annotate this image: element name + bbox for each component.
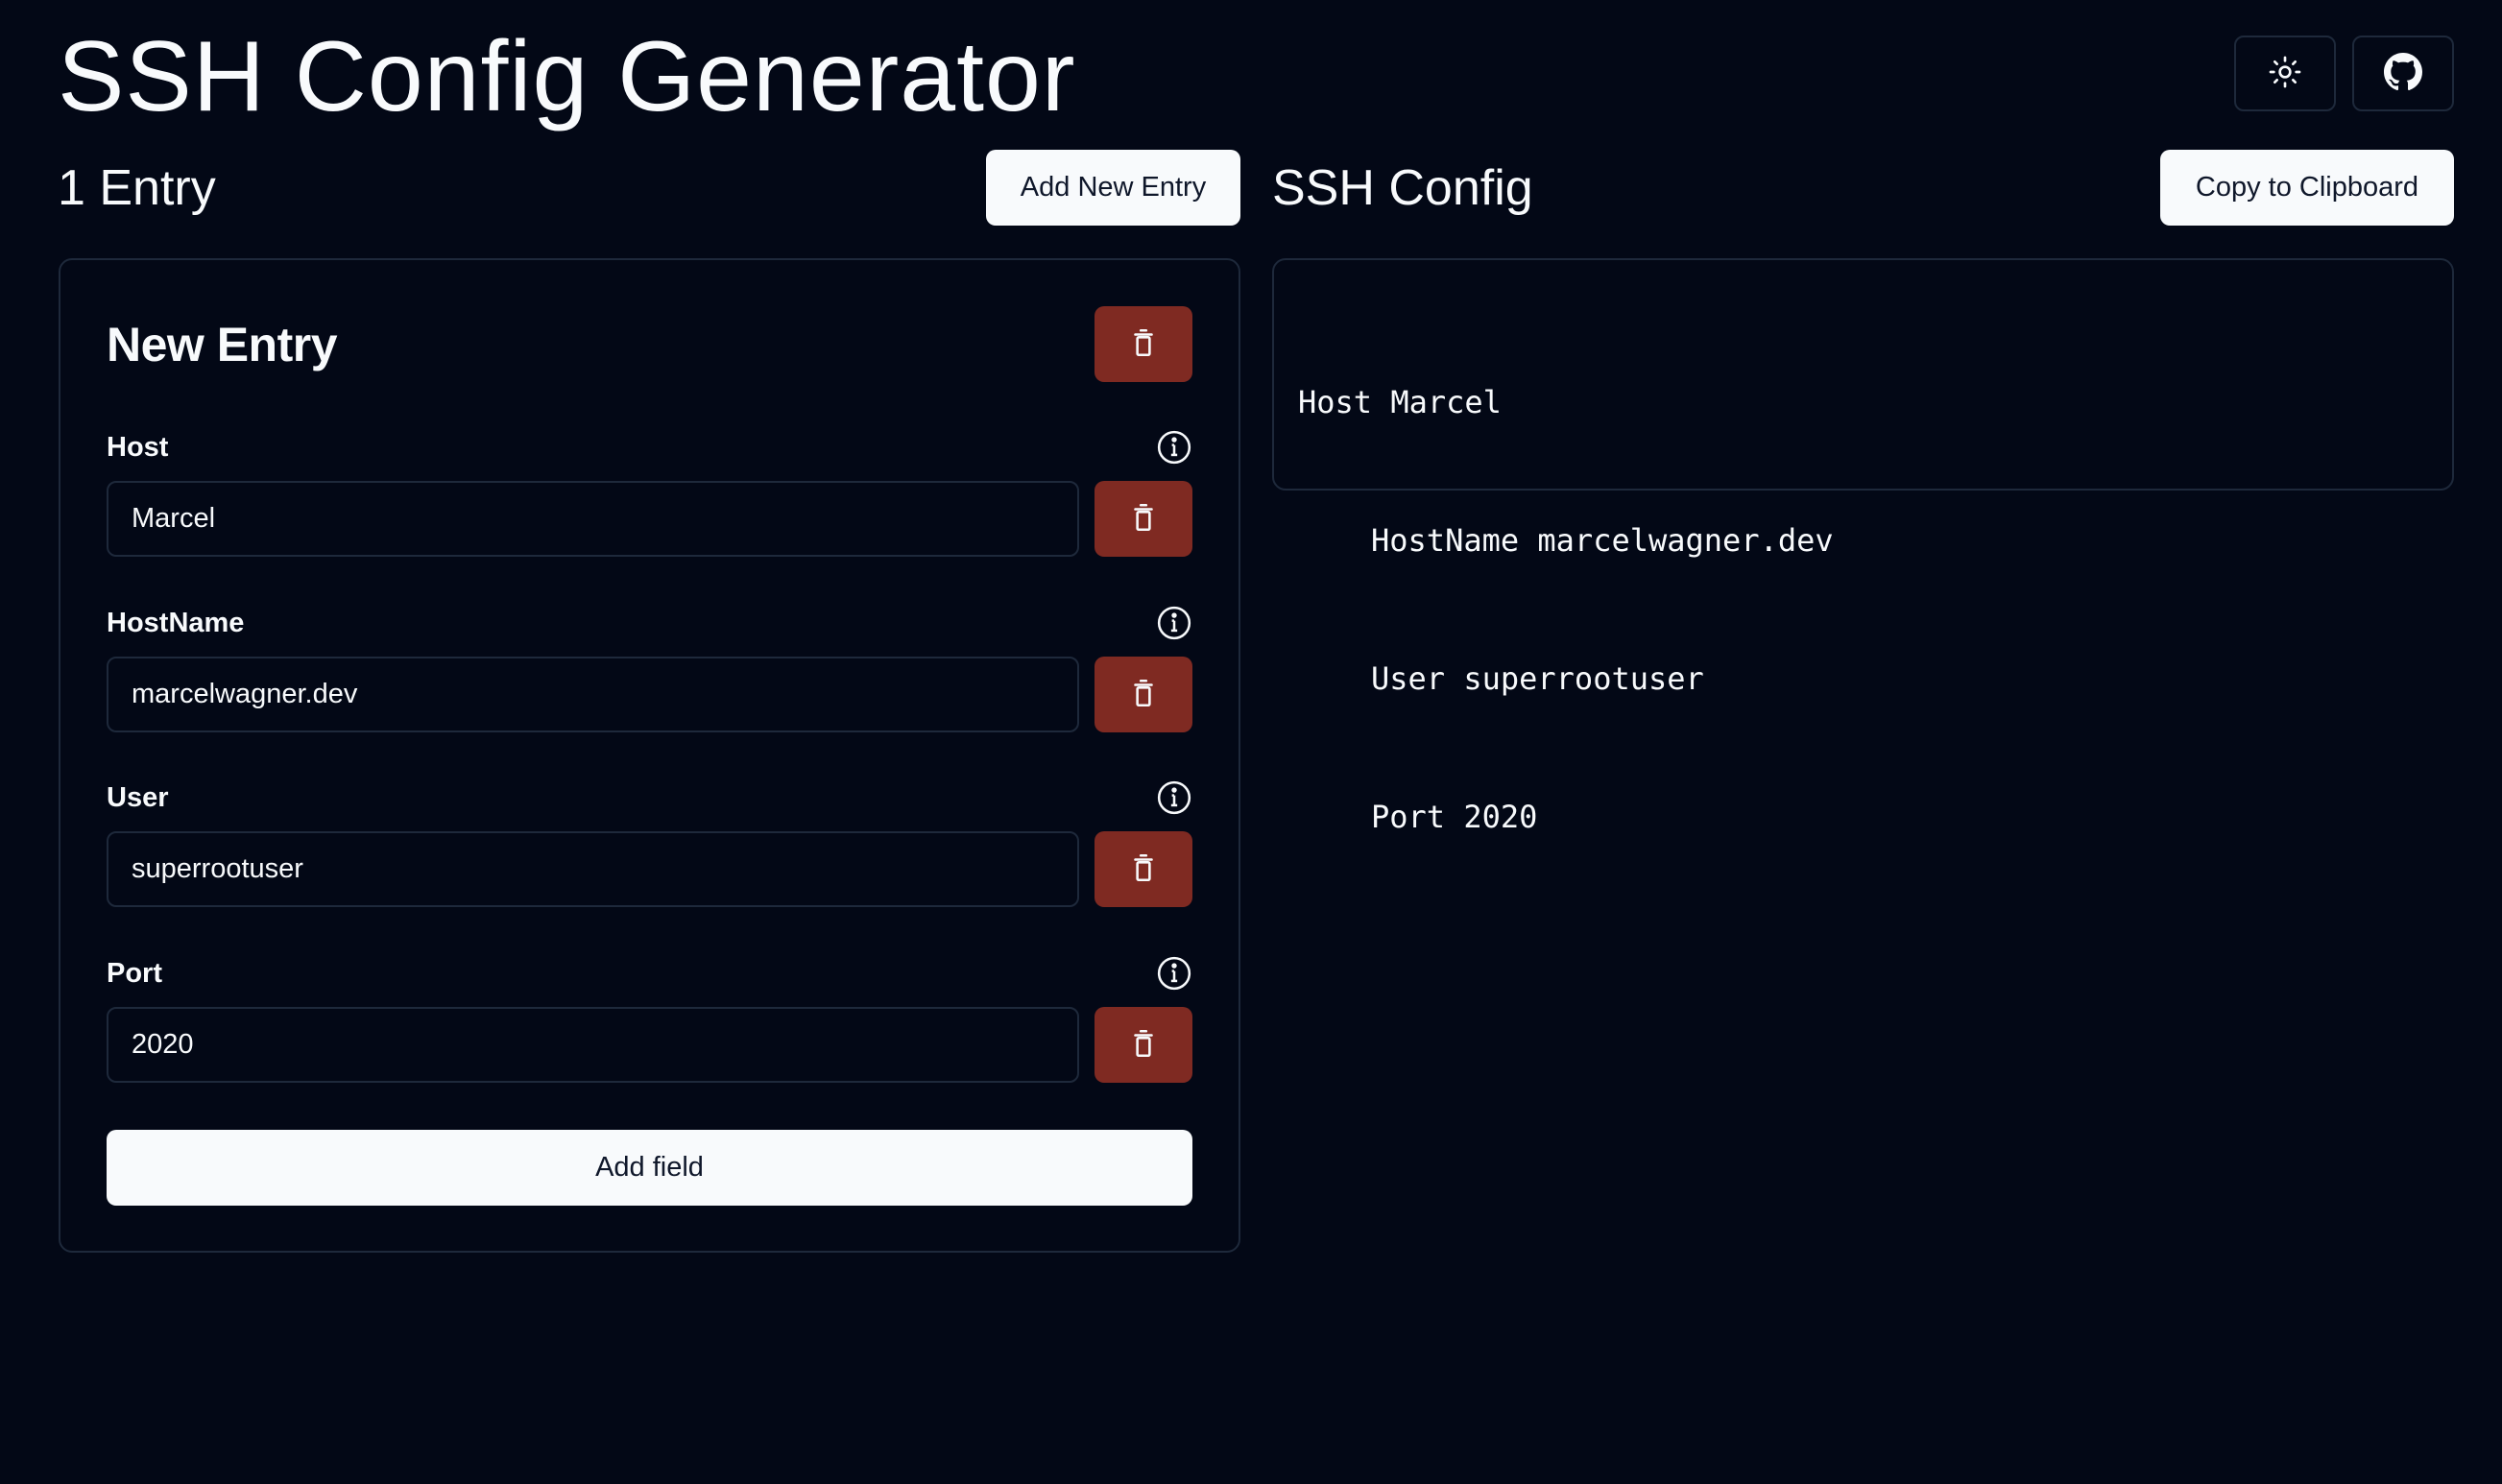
field-label: Port — [107, 957, 162, 989]
delete-entry-button[interactable] — [1095, 306, 1192, 382]
copy-to-clipboard-button[interactable]: Copy to Clipboard — [2160, 150, 2454, 226]
trash-icon — [1127, 851, 1160, 887]
field-label: User — [107, 781, 169, 813]
config-output: Host Marcel HostName marcelwagner.dev Us… — [1298, 287, 1834, 932]
trash-icon — [1127, 1027, 1160, 1063]
theme-toggle-button[interactable] — [2234, 36, 2336, 111]
github-button[interactable] — [2352, 36, 2454, 111]
delete-field-button[interactable] — [1095, 481, 1192, 557]
delete-field-button[interactable] — [1095, 657, 1192, 732]
field-port: Port — [107, 954, 1192, 1083]
field-hostname: HostName — [107, 604, 1192, 732]
entry-header: New Entry — [107, 306, 1192, 382]
trash-icon — [1127, 326, 1160, 362]
info-icon[interactable] — [1156, 779, 1192, 816]
config-line: Port 2020 — [1371, 799, 1538, 835]
info-icon[interactable] — [1156, 429, 1192, 466]
user-input[interactable] — [107, 831, 1079, 907]
add-new-entry-button[interactable]: Add New Entry — [986, 150, 1240, 226]
trash-icon — [1127, 501, 1160, 537]
page-title: SSH Config Generator — [58, 21, 1076, 132]
entry-count: 1 Entry — [58, 160, 216, 216]
info-icon[interactable] — [1156, 955, 1192, 992]
field-host: Host — [107, 428, 1192, 557]
delete-field-button[interactable] — [1095, 831, 1192, 907]
sun-icon — [2266, 53, 2304, 94]
config-title: SSH Config — [1272, 160, 1533, 216]
field-label: HostName — [107, 607, 245, 638]
info-icon[interactable] — [1156, 605, 1192, 641]
hostname-input[interactable] — [107, 657, 1079, 732]
field-user: User — [107, 778, 1192, 907]
delete-field-button[interactable] — [1095, 1007, 1192, 1083]
github-icon — [2384, 53, 2422, 94]
add-field-button[interactable]: Add field — [107, 1130, 1192, 1206]
host-input[interactable] — [107, 481, 1079, 557]
entry-card: New Entry Host HostName — [59, 258, 1240, 1253]
entry-title: New Entry — [107, 317, 338, 371]
config-line: HostName marcelwagner.dev — [1371, 522, 1834, 559]
config-line: User superrootuser — [1371, 660, 1704, 697]
config-line: Host Marcel — [1298, 384, 1502, 420]
port-input[interactable] — [107, 1007, 1079, 1083]
field-label: Host — [107, 431, 169, 463]
config-output-card: Host Marcel HostName marcelwagner.dev Us… — [1272, 258, 2454, 835]
trash-icon — [1127, 677, 1160, 712]
